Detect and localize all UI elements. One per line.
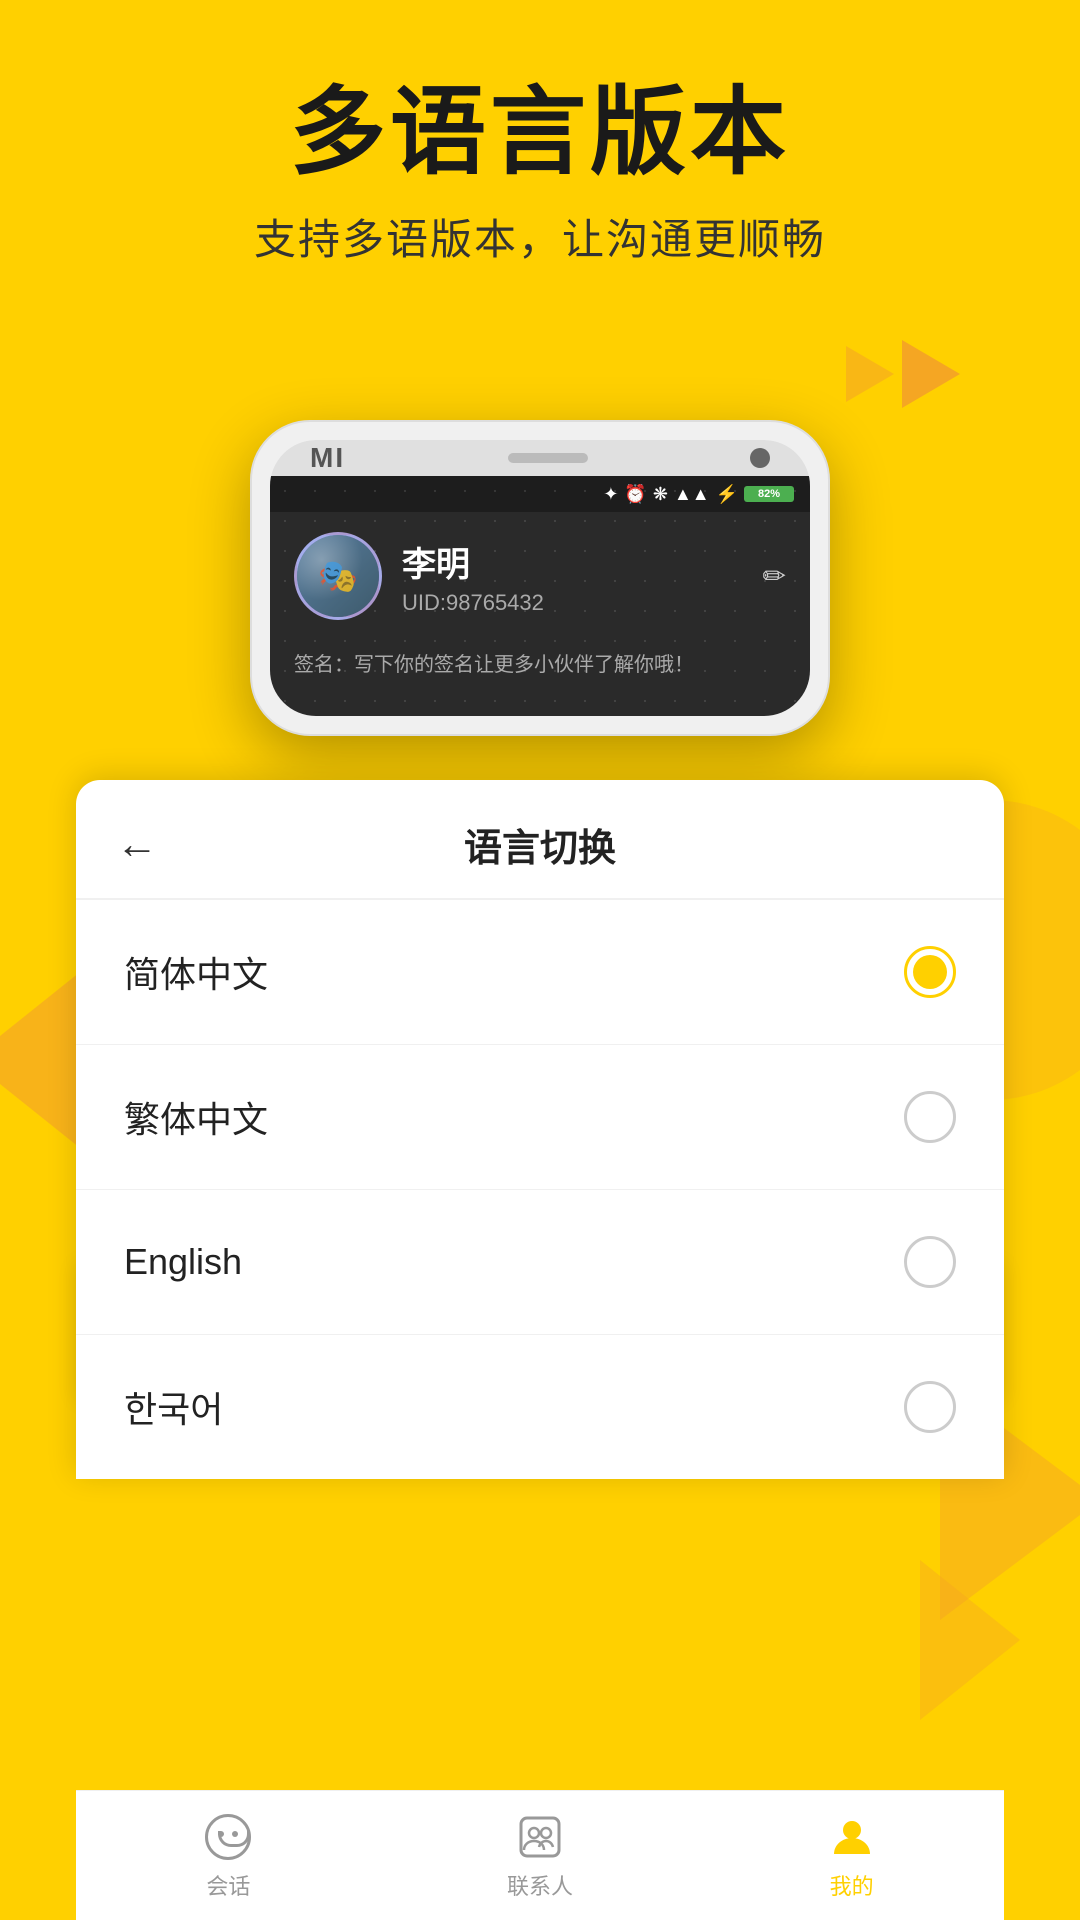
sub-title: 支持多语版本，让沟通更顺畅 — [0, 206, 1080, 267]
language-item-simplified-chinese[interactable]: 简体中文 — [76, 900, 1004, 1045]
radio-english[interactable] — [904, 1236, 956, 1288]
profile-info: 李明 UID:98765432 — [402, 537, 786, 616]
language-list: 简体中文 繁体中文 English 한국어 — [76, 900, 1004, 1479]
edit-icon[interactable]: ✏ — [763, 560, 786, 593]
mi-logo: MI — [310, 442, 345, 474]
modal-header: ← 语言切换 — [76, 780, 1004, 900]
language-name-simplified: 简体中文 — [124, 946, 268, 998]
language-item-traditional-chinese[interactable]: 繁体中文 — [76, 1045, 1004, 1190]
contacts-icon — [514, 1811, 566, 1863]
language-modal: ← 语言切换 简体中文 繁体中文 English 한국어 — [76, 780, 1004, 1479]
nav-label-profile: 我的 — [830, 1869, 874, 1901]
phone-speaker — [508, 453, 588, 463]
language-name-korean: 한국어 — [124, 1381, 223, 1433]
smiley-icon — [205, 1814, 251, 1860]
play-icon-outline — [846, 346, 894, 402]
triangle-decoration-right-2 — [920, 1560, 1020, 1720]
radio-simplified[interactable] — [904, 946, 956, 998]
avatar-inner: 🎭 — [297, 535, 379, 617]
phone-mockup: MI ✦ ⏰ ❋ ▲▲ ⚡ 82% — [250, 420, 830, 736]
bottom-navigation: 会话 联系人 我的 — [76, 1790, 1004, 1920]
language-name-english: English — [124, 1241, 242, 1283]
header-section: 多语言版本 支持多语版本，让沟通更顺畅 — [0, 80, 1080, 267]
avatar: 🎭 — [294, 532, 382, 620]
nav-label-chat: 会话 — [206, 1869, 250, 1901]
radio-korean[interactable] — [904, 1381, 956, 1433]
nav-item-profile[interactable]: 我的 — [826, 1811, 878, 1901]
profile-name: 李明 — [402, 537, 786, 586]
phone-outer: MI ✦ ⏰ ❋ ▲▲ ⚡ 82% — [250, 420, 830, 736]
phone-camera — [750, 448, 770, 468]
profile-section: 🎭 李明 UID:98765432 ✏ — [270, 512, 810, 640]
language-item-korean[interactable]: 한국어 — [76, 1335, 1004, 1479]
play-icons — [846, 340, 960, 408]
nav-item-chat[interactable]: 会话 — [202, 1811, 254, 1901]
nav-item-contacts[interactable]: 联系人 — [507, 1811, 573, 1901]
phone-top-bar: MI — [270, 440, 810, 476]
back-button[interactable]: ← — [116, 820, 158, 868]
phone-inner: MI ✦ ⏰ ❋ ▲▲ ⚡ 82% — [270, 440, 810, 716]
main-title: 多语言版本 — [0, 80, 1080, 186]
phone-screen: ✦ ⏰ ❋ ▲▲ ⚡ 82% 🎭 李明 — [270, 476, 810, 716]
chat-icon — [202, 1811, 254, 1863]
radio-traditional[interactable] — [904, 1091, 956, 1143]
language-item-english[interactable]: English — [76, 1190, 1004, 1335]
profile-uid: UID:98765432 — [402, 590, 786, 616]
play-icon-solid — [902, 340, 960, 408]
radio-inner-simplified — [913, 955, 947, 989]
profile-nav-icon — [826, 1811, 878, 1863]
nav-label-contacts: 联系人 — [507, 1869, 573, 1901]
modal-title: 语言切换 — [464, 817, 616, 872]
language-name-traditional: 繁体中文 — [124, 1091, 268, 1143]
